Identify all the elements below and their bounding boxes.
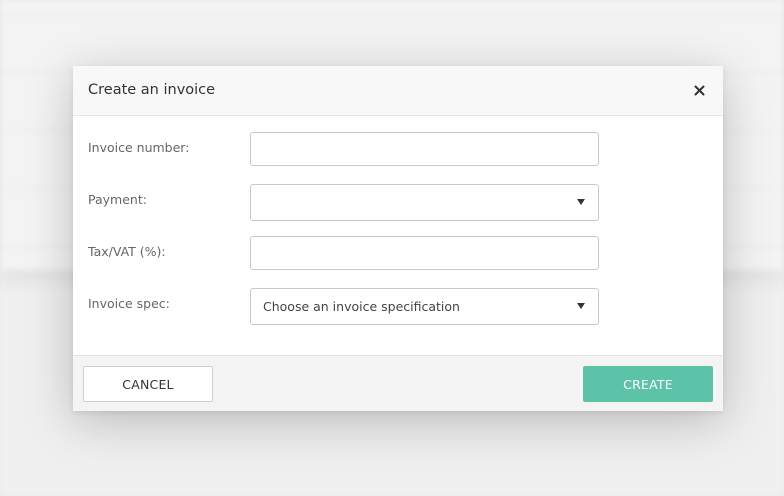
payment-select[interactable] — [250, 184, 599, 221]
modal-title: Create an invoice — [88, 82, 216, 98]
create-button[interactable]: CREATE — [583, 366, 713, 402]
modal-body: Invoice number: Payment: Tax/VAT (%): In… — [73, 116, 723, 355]
tax-vat-input[interactable] — [250, 236, 599, 270]
close-icon — [694, 85, 704, 95]
caret-down-icon — [577, 199, 585, 205]
invoice-number-input[interactable] — [250, 132, 599, 166]
close-button[interactable] — [689, 80, 709, 100]
invoice-number-label: Invoice number: — [88, 140, 190, 155]
payment-label: Payment: — [88, 192, 147, 207]
create-invoice-modal: Create an invoice Invoice number: Paymen… — [73, 66, 723, 411]
tax-vat-label: Tax/VAT (%): — [88, 244, 166, 259]
cancel-button[interactable]: CANCEL — [83, 366, 213, 402]
invoice-spec-select[interactable]: Choose an invoice specification — [250, 288, 599, 325]
caret-down-icon — [577, 303, 585, 309]
invoice-spec-label: Invoice spec: — [88, 296, 170, 311]
modal-header: Create an invoice — [73, 66, 723, 116]
invoice-spec-select-value: Choose an invoice specification — [263, 299, 460, 314]
modal-footer: CANCEL CREATE — [73, 355, 723, 411]
